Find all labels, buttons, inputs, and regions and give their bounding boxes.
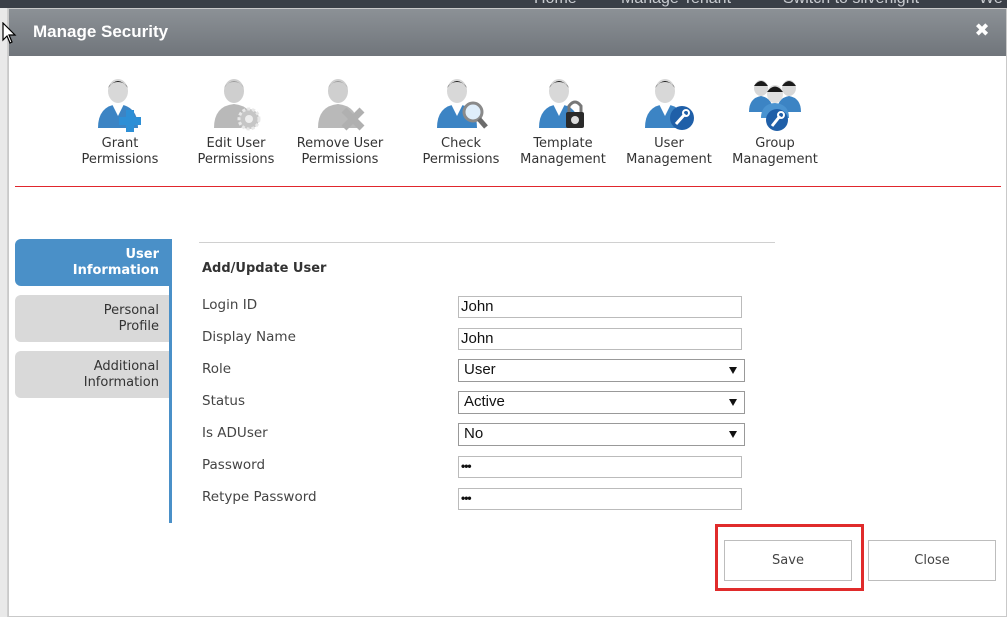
bg-nav-home: Home [534,0,577,8]
check-permissions-label-line2: Permissions [422,152,500,167]
remove-user-permissions-label-line2: Permissions [301,152,379,167]
role-select-value: User [464,361,496,378]
bg-nav-manage-tenant: Manage Tenant [621,0,731,8]
password-label: Password [202,457,266,473]
user-plus-icon [98,79,141,132]
check-permissions-button[interactable]: Check Permissions [406,76,516,168]
close-button[interactable]: Close [868,540,996,581]
manage-security-dialog: Manage Security ✖ Grant Permissions Edit… [8,8,1007,617]
user-gear-icon [214,79,261,131]
tab-personal-profile-line1: Personal [103,302,159,318]
edit-user-permissions-button[interactable]: Edit User Permissions [181,76,291,168]
is-aduser-select[interactable]: No [458,423,745,446]
group-management-label-line1: Group [755,136,795,151]
check-permissions-label-line1: Check [441,136,481,151]
user-wrench-icon [645,79,694,130]
tab-personal-profile[interactable]: Personal Profile [15,295,169,342]
status-select-value: Active [464,393,505,410]
dialog-titlebar[interactable]: Manage Security ✖ [9,9,1006,56]
status-select[interactable]: Active [458,391,745,414]
tab-user-information-line1: User [125,246,159,262]
template-management-label-line1: Template [533,136,593,151]
edit-user-permissions-label-line2: Permissions [197,152,275,167]
tab-user-information-line2: Information [72,262,159,278]
role-select[interactable]: User [458,359,745,382]
group-wrench-icon [749,80,801,131]
chevron-down-icon [729,431,737,438]
template-management-label-line2: Management [520,152,606,167]
background-top-nav: Home Manage Tenant Switch to silverlight… [0,0,1007,8]
background-left-strip [0,8,8,617]
status-label: Status [202,393,246,409]
user-management-label-line1: User [654,136,684,151]
password-input[interactable]: ••• [458,456,742,478]
tab-personal-profile-line2: Profile [118,318,159,334]
grant-permissions-label-line2: Permissions [81,152,159,167]
side-tabs-accent-bar [169,239,172,523]
chevron-down-icon [729,399,737,406]
chevron-down-icon [729,367,737,374]
toolbar-divider [15,186,1001,187]
tab-additional-information[interactable]: Additional Information [15,351,169,398]
dialog-close-icon[interactable]: ✖ [972,21,992,41]
login-id-label: Login ID [202,297,258,313]
grant-permissions-label-line1: Grant [101,136,139,151]
permissions-toolbar: Grant Permissions Edit User Permissions [9,56,1006,186]
user-remove-icon [318,79,365,131]
bg-nav-switch-silverlight: Switch to silverlight [783,0,919,8]
form-top-divider [199,242,775,243]
user-lock-icon [539,79,584,128]
grant-permissions-button[interactable]: Grant Permissions [65,76,175,168]
mouse-cursor-icon [2,22,17,44]
retype-password-label: Retype Password [202,489,317,505]
group-management-label-line2: Management [732,152,818,167]
display-name-input[interactable]: John [458,328,742,350]
is-aduser-select-value: No [464,425,484,442]
user-management-button[interactable]: User Management [614,76,724,168]
template-management-button[interactable]: Template Management [508,76,618,168]
user-management-label-line2: Management [626,152,712,167]
form-heading: Add/Update User [202,261,327,276]
is-aduser-label: Is ADUser [202,425,268,441]
tab-user-information[interactable]: User Information [15,239,169,286]
retype-password-input[interactable]: ••• [458,488,742,510]
remove-user-permissions-label-line1: Remove User [296,136,384,151]
dialog-title: Manage Security [33,22,169,41]
user-search-icon [437,79,488,129]
group-management-button[interactable]: Group Management [720,76,830,168]
edit-user-permissions-label-line1: Edit User [206,136,266,151]
display-name-label: Display Name [202,329,296,345]
role-label: Role [202,361,232,377]
bg-nav-truncated: We [979,0,1003,8]
tab-additional-information-line2: Information [83,374,159,390]
save-button[interactable]: Save [724,540,852,581]
login-id-input[interactable]: John [458,296,742,318]
remove-user-permissions-button[interactable]: Remove User Permissions [285,76,395,168]
tab-additional-information-line1: Additional [93,358,159,374]
